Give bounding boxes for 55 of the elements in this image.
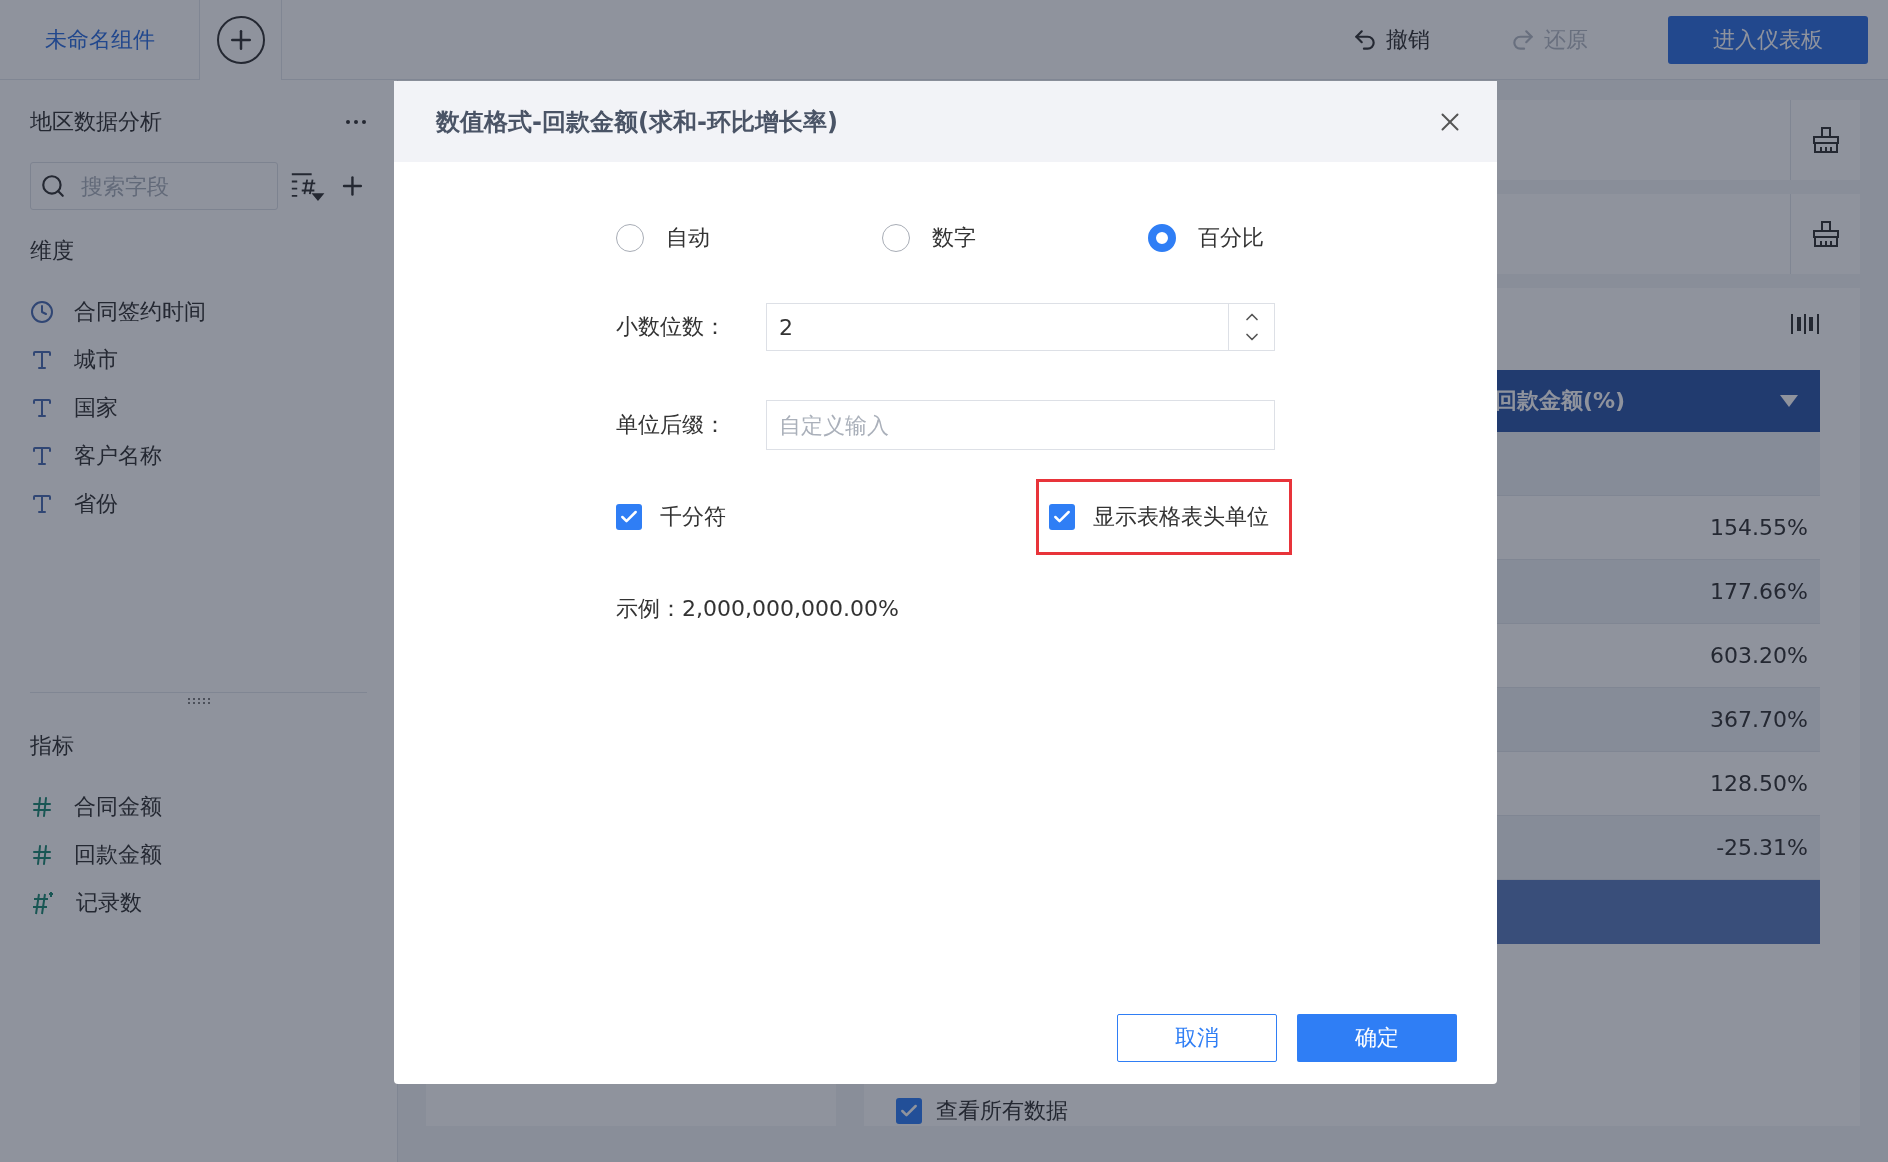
field-item[interactable]: 城市: [74, 345, 118, 375]
dropdown-icon[interactable]: [1780, 395, 1798, 407]
text-type-icon: [30, 444, 54, 468]
format-example: 示例：2,000,000,000.00%: [616, 595, 900, 623]
field-item[interactable]: 记录数: [76, 888, 142, 918]
hash-star-icon: [30, 890, 56, 916]
suffix-input-field[interactable]: 自定义输入: [766, 400, 1275, 450]
radio-label: 自动: [666, 224, 710, 252]
radio-button[interactable]: [616, 224, 644, 252]
cancel-button[interactable]: 取消: [1117, 1014, 1277, 1062]
field-label: 单位后缀：: [616, 411, 727, 439]
text-type-icon: [30, 396, 54, 420]
section-title: 维度: [30, 237, 75, 265]
checkbox-label: 千分符: [660, 503, 726, 531]
radio-label: 百分比: [1198, 224, 1264, 252]
clock-icon: [30, 300, 54, 324]
field-item[interactable]: 合同金额: [74, 792, 162, 822]
section-title: 指标: [30, 732, 75, 760]
table-cell: 367.70%: [1710, 707, 1808, 732]
enter-dashboard-button[interactable]: 进入仪表板: [1668, 15, 1868, 64]
checkbox-label: 显示表格表头单位: [1093, 503, 1269, 531]
brush-icon[interactable]: [1810, 219, 1841, 249]
field-item[interactable]: 回款金额: [74, 840, 162, 870]
field-label: 小数位数：: [616, 313, 727, 341]
radio-label: 数字: [932, 224, 976, 252]
hash-icon: [30, 843, 54, 867]
number-input-field[interactable]: 2: [766, 303, 1275, 351]
table-cell: -25.31%: [1716, 835, 1808, 860]
table-cell: 154.55%: [1710, 515, 1808, 540]
radio-button[interactable]: [1148, 224, 1176, 252]
search-icon: [40, 173, 66, 199]
brush-icon[interactable]: [1810, 125, 1841, 155]
field-item[interactable]: 国家: [74, 393, 118, 423]
checkbox[interactable]: [616, 504, 642, 530]
text-type-icon: [30, 348, 54, 372]
table-cell: 128.50%: [1710, 771, 1808, 796]
checkbox[interactable]: [896, 1098, 922, 1124]
dataset-title: 地区数据分析: [30, 108, 162, 136]
more-icon[interactable]: [345, 119, 367, 125]
field-item[interactable]: 合同签约时间: [74, 297, 206, 327]
hash-icon: [30, 795, 54, 819]
field-item[interactable]: 客户名称: [74, 441, 162, 471]
drag-handle-icon[interactable]: [185, 697, 212, 705]
ok-button[interactable]: 确定: [1297, 1014, 1457, 1062]
radio-button[interactable]: [882, 224, 910, 252]
checkbox-label: 查看所有数据: [936, 1097, 1068, 1125]
barcode-columns-icon[interactable]: [1790, 312, 1820, 336]
add-tab-button[interactable]: [200, 0, 282, 80]
table-cell: 177.66%: [1710, 579, 1808, 604]
checkbox[interactable]: [1049, 504, 1075, 530]
table-cell: 603.20%: [1710, 643, 1808, 668]
undo-button[interactable]: 撤销: [1352, 24, 1430, 55]
field-item[interactable]: 省份: [74, 489, 118, 519]
dialog-title: 数值格式-回款金额(求和-环比增长率): [436, 106, 838, 138]
text-type-icon: [30, 492, 54, 516]
